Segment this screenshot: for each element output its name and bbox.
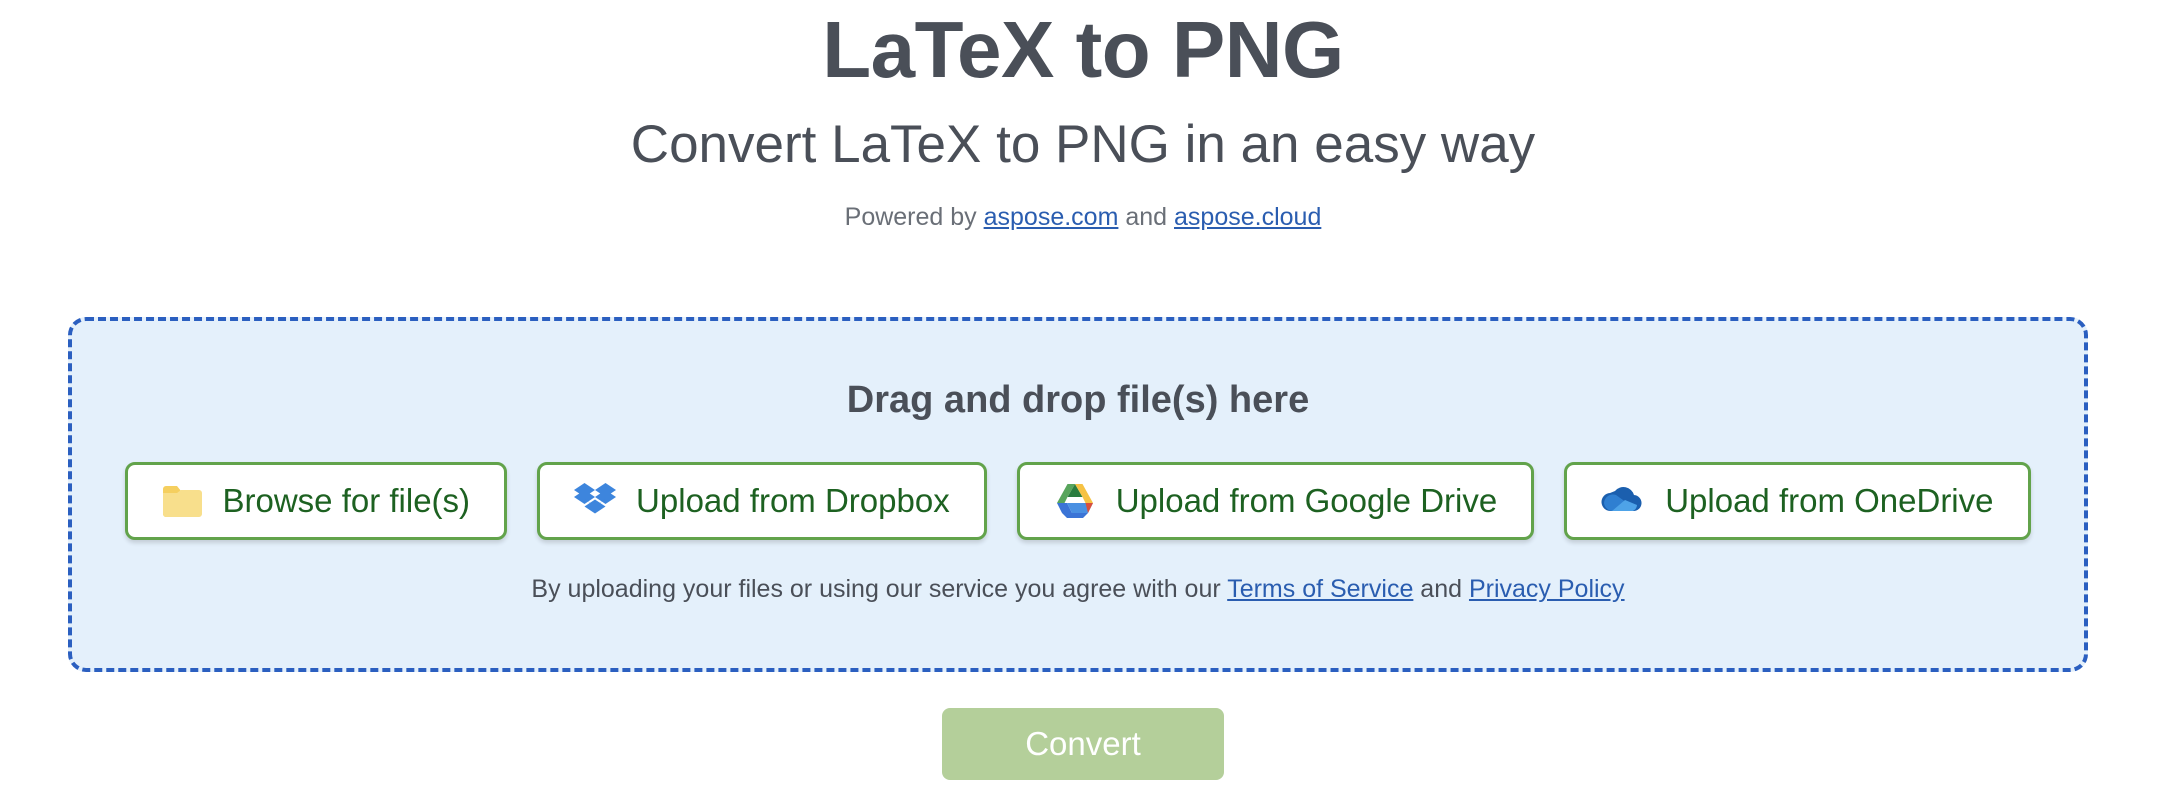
powered-by-prefix: Powered by (844, 203, 984, 231)
upload-buttons-row: Browse for file(s) Upload from Dropbox U… (72, 462, 2084, 540)
upload-from-google-drive-button[interactable]: Upload from Google Drive (1016, 462, 1535, 540)
page-title: LaTeX to PNG (822, 5, 1344, 94)
upload-from-dropbox-label: Upload from Dropbox (636, 482, 950, 519)
page-subtitle: Convert LaTeX to PNG in an easy way (630, 115, 1536, 174)
browse-for-files-button[interactable]: Browse for file(s) (125, 462, 508, 540)
aspose-com-link[interactable]: aspose.com (984, 203, 1119, 231)
aspose-cloud-link[interactable]: aspose.cloud (1174, 203, 1321, 231)
convert-button-container: Convert (0, 708, 2166, 780)
privacy-policy-link[interactable]: Privacy Policy (1469, 575, 1625, 603)
google-drive-icon (1054, 482, 1096, 520)
dropzone-title: Drag and drop file(s) here (846, 379, 1310, 421)
terms-of-service-link[interactable]: Terms of Service (1227, 575, 1413, 603)
browse-for-files-label: Browse for file(s) (222, 482, 471, 519)
upload-from-onedrive-button[interactable]: Upload from OneDrive (1564, 462, 2031, 540)
folder-icon (162, 484, 203, 518)
latex-to-png-page: LaTeX to PNG Convert LaTeX to PNG in an … (0, 0, 2166, 798)
terms-prefix: By uploading your files or using our ser… (531, 575, 1228, 603)
powered-by-line: Powered by aspose.com and aspose.cloud (0, 176, 2166, 232)
powered-by-conjunction: and (1118, 203, 1175, 231)
file-dropzone[interactable]: Drag and drop file(s) here Browse for fi… (68, 317, 2088, 672)
onedrive-icon (1601, 485, 1645, 517)
dropbox-icon (574, 482, 617, 520)
upload-from-dropbox-button[interactable]: Upload from Dropbox (537, 462, 987, 540)
upload-from-onedrive-label: Upload from OneDrive (1665, 482, 1994, 519)
terms-notice: By uploading your files or using our ser… (72, 540, 2084, 604)
convert-button[interactable]: Convert (942, 708, 1224, 780)
terms-conjunction: and (1413, 575, 1469, 603)
upload-from-google-drive-label: Upload from Google Drive (1115, 482, 1498, 519)
